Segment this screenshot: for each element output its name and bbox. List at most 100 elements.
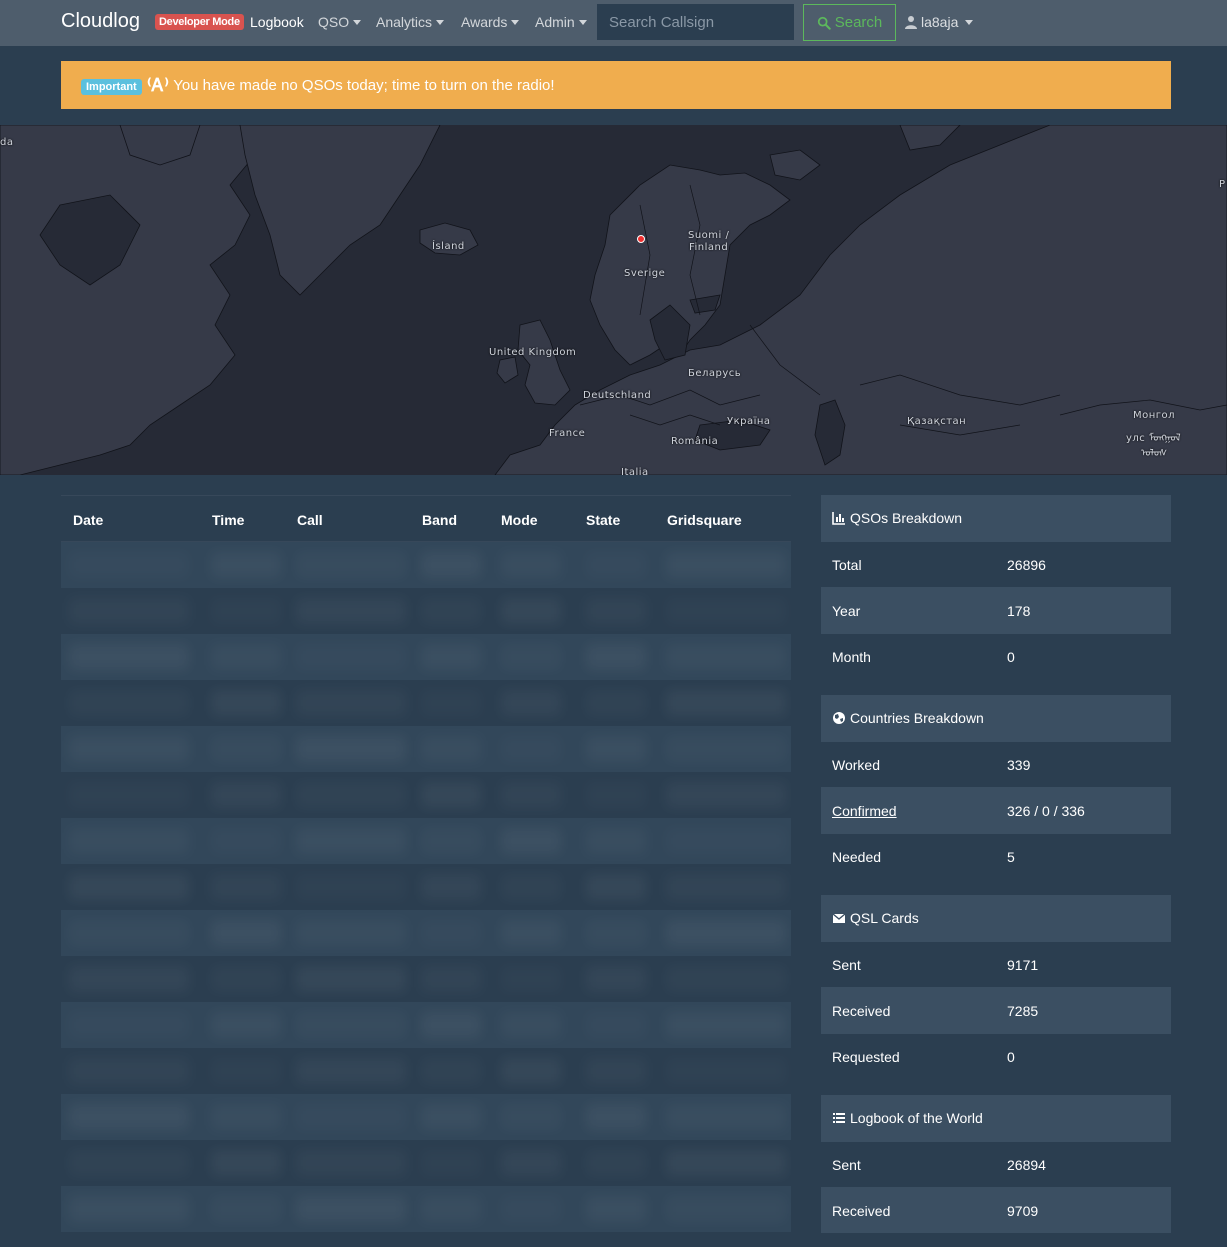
map-label: P — [1219, 179, 1226, 190]
redacted-cell — [296, 1058, 406, 1084]
table-row[interactable] — [61, 1002, 791, 1048]
table-row[interactable] — [61, 680, 791, 726]
panel-title: QSOs Breakdown — [850, 510, 963, 526]
table-row[interactable] — [61, 910, 791, 956]
table-row[interactable] — [61, 726, 791, 772]
search-callsign-input[interactable] — [597, 4, 794, 40]
stat-row-month: Month 0 — [821, 633, 1171, 679]
map-label: România — [671, 436, 719, 447]
table-row[interactable] — [61, 1186, 791, 1232]
redacted-cell — [586, 828, 646, 854]
stat-label: Month — [832, 648, 871, 665]
table-row[interactable] — [61, 542, 791, 588]
map-label: Ísland — [432, 241, 465, 252]
table-row[interactable] — [61, 634, 791, 680]
redacted-cell — [69, 920, 189, 946]
column-header-time[interactable]: Time — [212, 512, 244, 528]
stat-row-total: Total 26896 — [821, 541, 1171, 587]
redacted-cell — [421, 690, 481, 716]
table-row[interactable] — [61, 588, 791, 634]
nav-qso-dropdown[interactable]: QSO — [318, 14, 362, 30]
list-icon — [833, 1113, 845, 1123]
chart-icon — [832, 512, 845, 525]
redacted-cell — [211, 644, 281, 670]
column-header-mode[interactable]: Mode — [501, 512, 538, 528]
redacted-cell — [586, 690, 646, 716]
stat-row-received: Received 9709 — [821, 1187, 1171, 1233]
chevron-down-icon — [965, 19, 974, 25]
stat-value: 26896 — [1007, 556, 1046, 573]
stat-row-confirmed: Confirmed 326 / 0 / 336 — [821, 787, 1171, 833]
search-button-label: Search — [834, 14, 883, 31]
redacted-cell — [586, 598, 646, 624]
redacted-cell — [501, 1196, 561, 1222]
stat-value: 339 — [1007, 756, 1031, 773]
user-name: la8aja — [921, 14, 959, 30]
nav-logbook[interactable]: Logbook — [250, 14, 304, 30]
confirmed-link[interactable]: Confirmed — [832, 803, 897, 819]
redacted-cell — [666, 1150, 786, 1176]
envelope-icon — [832, 913, 846, 923]
map-label: ᠤᠯᠤᠰ — [1141, 448, 1168, 459]
qso-map[interactable]: da P Ísland Suomi / Finland Sverige Unit… — [0, 125, 1227, 475]
redacted-cell — [421, 966, 481, 992]
table-row[interactable] — [61, 1048, 791, 1094]
redacted-cell — [69, 1012, 189, 1038]
redacted-cell — [211, 552, 281, 578]
redacted-cell — [421, 828, 481, 854]
table-row[interactable] — [61, 864, 791, 910]
redacted-cell — [421, 1196, 481, 1222]
stat-value: 178 — [1007, 602, 1031, 619]
column-header-gridsquare[interactable]: Gridsquare — [667, 512, 742, 528]
redacted-cell — [211, 920, 281, 946]
redacted-cell — [421, 644, 481, 670]
search-button[interactable]: Search — [803, 4, 896, 41]
alert-message: You have made no QSOs today; time to tur… — [173, 76, 555, 94]
redacted-cell — [211, 1196, 281, 1222]
stat-label: Sent — [832, 956, 861, 973]
stat-row-year: Year 178 — [821, 587, 1171, 633]
stat-row-received: Received 7285 — [821, 987, 1171, 1033]
column-header-date[interactable]: Date — [73, 512, 103, 528]
user-menu-dropdown[interactable]: la8aja — [904, 14, 974, 30]
redacted-cell — [69, 1104, 189, 1130]
nav-analytics-dropdown[interactable]: Analytics — [376, 14, 445, 30]
redacted-cell — [211, 828, 281, 854]
station-location-marker[interactable] — [637, 235, 645, 243]
redacted-cell — [666, 966, 786, 992]
table-row[interactable] — [61, 1094, 791, 1140]
table-row[interactable] — [61, 772, 791, 818]
chevron-down-icon — [436, 19, 445, 25]
qsl-cards-panel: QSL Cards Sent 9171 Received 7285 Requeste… — [821, 895, 1171, 1079]
table-row[interactable] — [61, 818, 791, 864]
chevron-down-icon — [578, 19, 587, 25]
redacted-cell — [666, 874, 786, 900]
map-label: Suomi / — [688, 230, 730, 241]
nav-awards-dropdown[interactable]: Awards — [461, 14, 520, 30]
map-label: Қазақстан — [907, 416, 967, 427]
redacted-cell — [211, 782, 281, 808]
stat-row-sent: Sent 9171 — [821, 941, 1171, 987]
nav-awards-label: Awards — [461, 14, 508, 30]
stat-label: Received — [832, 1202, 891, 1219]
redacted-cell — [296, 782, 406, 808]
table-row[interactable] — [61, 1140, 791, 1186]
user-icon — [905, 16, 917, 29]
redacted-cell — [296, 920, 406, 946]
redacted-cell — [421, 1150, 481, 1176]
important-badge: Important — [81, 79, 142, 95]
redacted-cell — [211, 598, 281, 624]
redacted-cell — [501, 782, 561, 808]
redacted-cell — [421, 874, 481, 900]
column-header-band[interactable]: Band — [422, 512, 457, 528]
stat-value: 9171 — [1007, 956, 1039, 973]
table-row[interactable] — [61, 956, 791, 1002]
column-header-state[interactable]: State — [586, 512, 620, 528]
column-header-call[interactable]: Call — [297, 512, 323, 528]
redacted-cell — [666, 552, 786, 578]
redacted-cell — [211, 966, 281, 992]
redacted-cell — [296, 644, 406, 670]
brand-logo[interactable]: Cloudlog — [61, 10, 140, 33]
nav-admin-dropdown[interactable]: Admin — [535, 14, 587, 30]
map-label: Finland — [689, 242, 729, 253]
